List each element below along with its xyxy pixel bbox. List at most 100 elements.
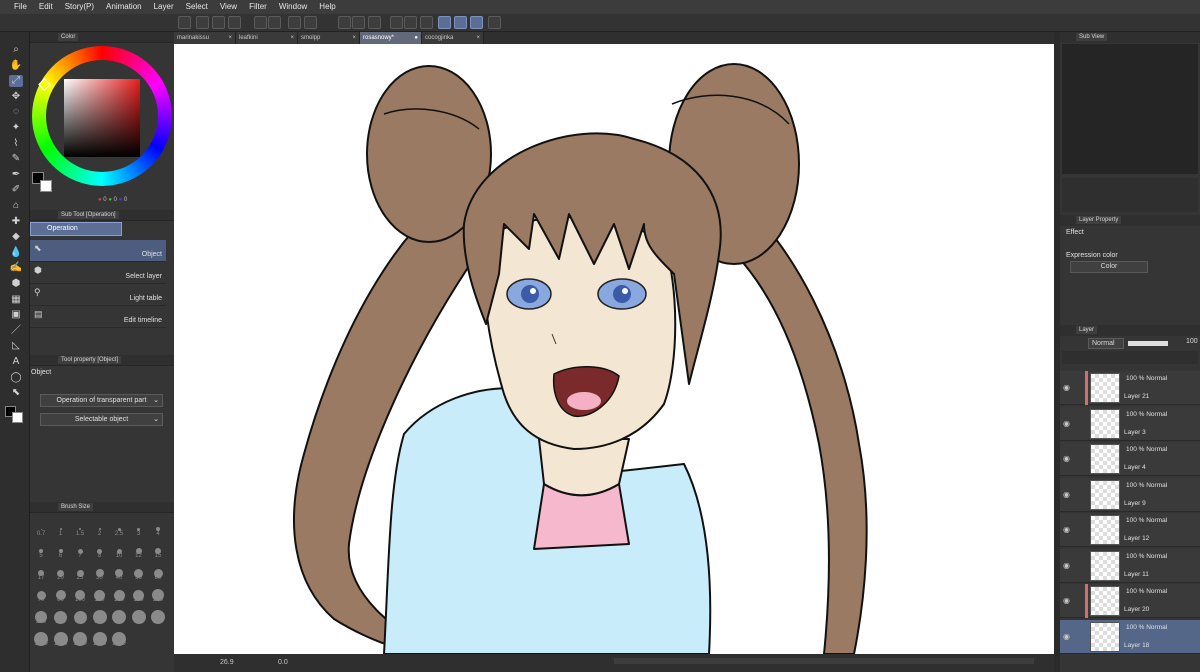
layer-row-layer-9[interactable]: ◉ 100 % Normal Layer 9	[1060, 477, 1200, 512]
brush-size-50[interactable]: 50	[130, 562, 148, 582]
transparent-part-dropdown[interactable]: Operation of transparent part ⌄	[40, 394, 163, 407]
menu-item-help[interactable]: Help	[313, 0, 341, 14]
brush-size-2[interactable]: 2	[91, 518, 109, 538]
command-button-5[interactable]	[268, 16, 281, 29]
opacity-slider[interactable]	[1128, 341, 1168, 346]
brush-size-5[interactable]: 5	[32, 540, 50, 560]
brush-size-3[interactable]: 3	[130, 518, 148, 538]
brush-size-20[interactable]: 20	[52, 562, 70, 582]
eye-icon[interactable]: ◉	[1063, 454, 1070, 463]
brush-size-600[interactable]: 600	[110, 606, 128, 626]
menu-item-animation[interactable]: Animation	[100, 0, 148, 14]
layer-row-layer-21[interactable]: ◉ 100 % Normal Layer 21	[1060, 371, 1200, 405]
command-button-15[interactable]	[454, 16, 467, 29]
brush-size-100[interactable]: 100	[71, 584, 89, 604]
brush-size-800[interactable]: 800	[149, 606, 167, 626]
tool-4-icon[interactable]: ◌	[9, 106, 23, 118]
tool-1-icon[interactable]: ✋	[9, 60, 23, 72]
brush-size-1200[interactable]: 1200	[52, 628, 70, 648]
brush-size-170[interactable]: 170	[130, 584, 148, 604]
tool-sub-color-swatch[interactable]	[12, 412, 23, 423]
tool-22-icon[interactable]: ⬉	[9, 387, 23, 399]
brush-size-2.5[interactable]: 2.5	[110, 518, 128, 538]
command-button-0[interactable]	[178, 16, 191, 29]
tab-leafkini[interactable]: leafkini ×	[236, 32, 298, 44]
eye-icon[interactable]: ◉	[1063, 596, 1070, 605]
menu-item-view[interactable]: View	[214, 0, 243, 14]
menu-item-window[interactable]: Window	[273, 0, 313, 14]
layer-row-layer-18[interactable]: ◉ 100 % Normal Layer 18	[1060, 619, 1200, 654]
menu-item-file[interactable]: File	[8, 0, 33, 14]
brush-size-60[interactable]: 60	[149, 562, 167, 582]
layer-row-layer-20[interactable]: ◉ 100 % Normal Layer 20	[1060, 584, 1200, 618]
tool-5-icon[interactable]: ✦	[9, 122, 23, 134]
eye-icon[interactable]: ◉	[1063, 561, 1070, 570]
eye-icon[interactable]: ◉	[1063, 490, 1070, 499]
command-button-16[interactable]	[470, 16, 483, 29]
tool-19-icon[interactable]: ◺	[9, 340, 23, 352]
tool-6-icon[interactable]: ⌇	[9, 138, 23, 150]
command-button-10[interactable]	[368, 16, 381, 29]
command-button-2[interactable]	[212, 16, 225, 29]
subtool-item-light-table[interactable]: ⚲ Light table	[30, 284, 166, 306]
tool-17-icon[interactable]: ▣	[9, 309, 23, 321]
tool-3-icon[interactable]: ✥	[9, 91, 23, 103]
tab-marinakissu[interactable]: marinakissu ×	[174, 32, 236, 44]
brush-size-1700[interactable]: 1700	[91, 628, 109, 648]
subtool-item-object[interactable]: ⬉ Object	[30, 240, 166, 262]
brush-size-120[interactable]: 120	[91, 584, 109, 604]
brush-size-4[interactable]: 4	[149, 518, 167, 538]
brush-size-150[interactable]: 150	[110, 584, 128, 604]
command-button-11[interactable]	[390, 16, 403, 29]
brush-size-40[interactable]: 40	[110, 562, 128, 582]
brush-size-7[interactable]: 7	[71, 540, 89, 560]
command-button-12[interactable]	[404, 16, 417, 29]
close-icon[interactable]: ×	[228, 32, 232, 44]
subtool-item-select-layer[interactable]: ⬢ Select layer	[30, 262, 166, 284]
brush-size-500[interactable]: 500	[91, 606, 109, 626]
close-icon[interactable]: ●	[414, 32, 418, 44]
brush-size-700[interactable]: 700	[130, 606, 148, 626]
tool-8-icon[interactable]: ✒	[9, 169, 23, 181]
selectable-object-dropdown[interactable]: Selectable object ⌄	[40, 413, 163, 426]
blend-mode-dropdown[interactable]: Normal	[1088, 338, 1124, 349]
tool-15-icon[interactable]: ⬢	[9, 278, 23, 290]
sub-color-swatch[interactable]	[40, 180, 52, 192]
layer-row-layer-4[interactable]: ◉ 100 % Normal Layer 4	[1060, 442, 1200, 476]
menu-item-layer[interactable]: Layer	[148, 0, 180, 14]
tool-13-icon[interactable]: 💧	[9, 247, 23, 259]
command-button-14[interactable]	[438, 16, 451, 29]
command-button-3[interactable]	[228, 16, 241, 29]
tool-9-icon[interactable]: ✐	[9, 184, 23, 196]
brush-size-15[interactable]: 15	[149, 540, 167, 560]
layer-row-layer-3[interactable]: ◉ 100 % Normal Layer 3	[1060, 406, 1200, 441]
close-icon[interactable]: ×	[476, 32, 480, 44]
menu-item-filter[interactable]: Filter	[243, 0, 273, 14]
command-button-8[interactable]	[338, 16, 351, 29]
tool-20-icon[interactable]: A	[9, 356, 23, 368]
tool-11-icon[interactable]: ✚	[9, 216, 23, 228]
command-button-9[interactable]	[352, 16, 365, 29]
tool-10-icon[interactable]: ⌂	[9, 200, 23, 212]
brush-size-25[interactable]: 25	[71, 562, 89, 582]
brush-size-1.5[interactable]: 1.5	[71, 518, 89, 538]
command-button-1[interactable]	[196, 16, 209, 29]
tool-16-icon[interactable]: ▦	[9, 294, 23, 306]
command-button-6[interactable]	[288, 16, 301, 29]
eye-icon[interactable]: ◉	[1063, 632, 1070, 641]
tool-18-icon[interactable]: ／	[9, 325, 23, 337]
brush-size-70[interactable]: 70	[32, 584, 50, 604]
tab-cocogjinka[interactable]: cocogjinka ×	[422, 32, 484, 44]
brush-size-6[interactable]: 6	[52, 540, 70, 560]
opacity-value[interactable]: 100	[1186, 338, 1198, 345]
tool-21-icon[interactable]: ◯	[9, 372, 23, 384]
tool-0-icon[interactable]: ⌕	[9, 44, 23, 56]
saturation-value-square[interactable]	[64, 79, 140, 157]
brush-size-8[interactable]: 8	[91, 540, 109, 560]
brush-size-12[interactable]: 12	[130, 540, 148, 560]
eye-icon[interactable]: ◉	[1063, 525, 1070, 534]
tab-operation[interactable]: Operation	[30, 222, 122, 236]
menu-item-select[interactable]: Select	[180, 0, 214, 14]
tool-12-icon[interactable]: ◆	[9, 231, 23, 243]
tool-7-icon[interactable]: ✎	[9, 153, 23, 165]
